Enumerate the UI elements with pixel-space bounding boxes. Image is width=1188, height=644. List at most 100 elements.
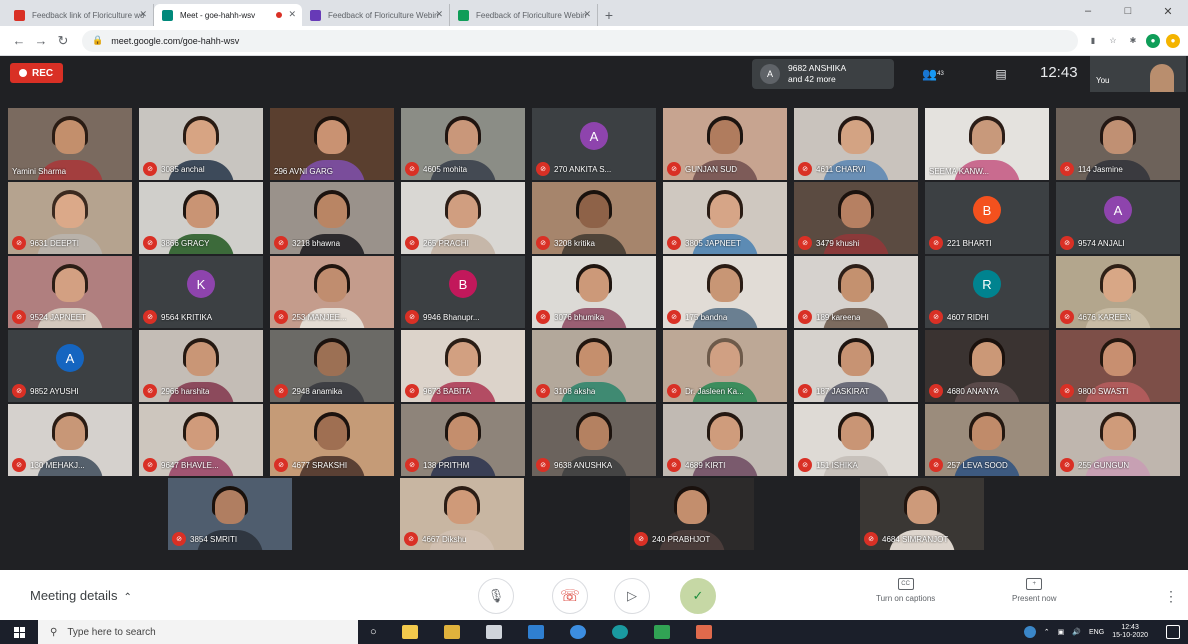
notifications-icon[interactable] xyxy=(1166,625,1180,639)
close-window-button[interactable]: ✕ xyxy=(1148,0,1188,22)
maximize-button[interactable]: □ xyxy=(1108,0,1148,22)
participant-tile[interactable]: ⊘ 3805 JAPNEET xyxy=(663,182,787,254)
participant-tile[interactable]: ⊘ 9638 ANUSHKA xyxy=(532,404,656,476)
participant-tile[interactable]: ⊘ 3108 aksha xyxy=(532,330,656,402)
task-view-icon[interactable]: ○ xyxy=(370,626,377,638)
meeting-details-button[interactable]: Meeting details ⌃ xyxy=(30,588,132,603)
participant-tile[interactable]: ⊘ 4611 CHARVI xyxy=(794,108,918,180)
participant-tile[interactable]: B ⊘ 9946 Bhanupr... xyxy=(401,256,525,328)
participant-tile[interactable]: ⊘ 255 GUNGUN xyxy=(1056,404,1180,476)
url-input[interactable]: 🔒 meet.google.com/goe-hahh-wsv xyxy=(82,29,1078,52)
participant-tile[interactable]: ⊘ GUNJAN SUD xyxy=(663,108,787,180)
participant-tile[interactable]: ⊘ 114 Jasmine xyxy=(1056,108,1180,180)
tab-close-icon[interactable]: ✕ xyxy=(139,9,147,20)
chrome-icon[interactable] xyxy=(611,625,628,639)
camera-indicator-icon[interactable]: ▮ xyxy=(1086,34,1100,48)
participant-tile[interactable]: ⊘ 138 PRITHM xyxy=(401,404,525,476)
language-indicator[interactable]: ENG xyxy=(1089,629,1104,636)
volume-icon[interactable]: 🔊 xyxy=(1072,628,1081,636)
participant-tile[interactable]: B ⊘ 221 BHARTI xyxy=(925,182,1049,254)
captions-button[interactable]: CC Turn on captions xyxy=(876,578,935,603)
participant-tile[interactable]: ⊘ 9800 SWASTI xyxy=(1056,330,1180,402)
participant-tile[interactable]: ⊘ 9673 BABITA xyxy=(401,330,525,402)
back-icon[interactable]: ← xyxy=(8,30,30,52)
tab-close-icon[interactable]: ✕ xyxy=(583,9,591,20)
participant-tile[interactable]: ⊘ 257 LEVA SOOD xyxy=(925,404,1049,476)
tray-app-icon[interactable] xyxy=(1023,626,1036,638)
browser-tab[interactable]: Feedback of Floriculture Webin ✕ xyxy=(450,4,598,26)
participant-tile[interactable]: ⊘ 3208 kritika xyxy=(532,182,656,254)
bookmark-star-icon[interactable]: ☆ xyxy=(1106,34,1120,48)
participant-tile[interactable]: ⊘ 4667 Dikshu xyxy=(400,478,524,550)
new-tab-button[interactable]: + xyxy=(598,4,620,26)
browser-tab[interactable]: Feedback link of Floriculture wo ✕ xyxy=(6,4,154,26)
taskbar-search[interactable]: ⚲ Type here to search xyxy=(38,620,358,644)
participant-tile[interactable]: ⊘ 2948 anamika xyxy=(270,330,394,402)
participant-tile[interactable]: ⊘ 4680 ANANYA xyxy=(925,330,1049,402)
participant-tile[interactable]: ⊘ 4677 SRAKSHI xyxy=(270,404,394,476)
participant-tile[interactable]: ⊘ 3076 bhumika xyxy=(532,256,656,328)
participant-tile[interactable]: ⊘ 3218 bhawna xyxy=(270,182,394,254)
participant-tile[interactable]: ⊘ 2966 harshita xyxy=(139,330,263,402)
confirm-button[interactable]: ✓ xyxy=(680,578,716,614)
browser-tab[interactable]: Meet - goe-hahh-wsv ✕ xyxy=(154,4,302,26)
present-now-button[interactable]: + Present now xyxy=(1012,578,1056,603)
reload-icon[interactable]: ↻ xyxy=(52,30,74,52)
participant-tile[interactable]: ⊘ 4684 SIMRANJOT xyxy=(860,478,984,550)
participant-tile[interactable]: ⊘ 189 kareena xyxy=(794,256,918,328)
participant-tile[interactable]: ⊘ 4676 KAREEN xyxy=(1056,256,1180,328)
participant-tile[interactable]: A ⊘ 270 ANKITA S... xyxy=(532,108,656,180)
participant-tile[interactable]: ⊘ 4605 mohita xyxy=(401,108,525,180)
minimize-button[interactable]: – xyxy=(1068,0,1108,22)
participant-tile[interactable]: ⊘ 253 MANJEE... xyxy=(270,256,394,328)
store-icon[interactable] xyxy=(485,625,502,639)
participant-tile[interactable]: ⊘ 151 ISHIKA xyxy=(794,404,918,476)
tab-close-icon[interactable]: ✕ xyxy=(435,9,443,20)
camera-button[interactable]: ▷ xyxy=(614,578,650,614)
participant-tile[interactable]: ⊘ 240 PRABHJOT xyxy=(630,478,754,550)
participant-tile[interactable]: ⊘ 3854 SMRITI xyxy=(168,478,292,550)
microphone-button[interactable]: 🎙 xyxy=(478,578,514,614)
browser-tab[interactable]: Feedback of Floriculture Webin ✕ xyxy=(302,4,450,26)
mail-icon[interactable] xyxy=(527,625,544,639)
participant-tile[interactable]: Yamini Sharma xyxy=(8,108,132,180)
extension-green-icon[interactable]: ● xyxy=(1146,33,1160,48)
file-explorer-icon[interactable] xyxy=(401,625,418,639)
presenter-chip[interactable]: A 9682 ANSHIKA and 42 more xyxy=(752,59,894,89)
windows-start-icon[interactable] xyxy=(0,620,38,644)
app-red-icon[interactable] xyxy=(695,625,712,639)
leave-call-button[interactable]: ☏ xyxy=(552,578,588,614)
participant-tile[interactable]: ⊘ 175 bandna xyxy=(663,256,787,328)
self-view-tile[interactable]: You xyxy=(1090,56,1186,92)
participant-tile[interactable]: ⊘ 187 JASKIRAT xyxy=(794,330,918,402)
participants-button[interactable]: 👥 43 xyxy=(918,64,948,84)
more-options-icon[interactable]: ⋮ xyxy=(1164,588,1178,605)
network-icon[interactable]: ▣ xyxy=(1058,628,1065,636)
participant-tile[interactable]: K ⊘ 9564 KRITIKA xyxy=(139,256,263,328)
files-icon[interactable] xyxy=(443,625,460,639)
edge-icon[interactable] xyxy=(569,625,586,639)
extensions-icon[interactable]: ✱ xyxy=(1126,34,1140,48)
participant-tile[interactable]: 296 AVNI GARG xyxy=(270,108,394,180)
participant-tile[interactable]: A ⊘ 9852 AYUSHI xyxy=(8,330,132,402)
participant-tile[interactable]: ⊘ 3479 khushi xyxy=(794,182,918,254)
participant-tile[interactable]: ⊘ 9524 JAPNEET xyxy=(8,256,132,328)
participant-tile[interactable]: ⊘ Dr. Jasleen Ka... xyxy=(663,330,787,402)
chevron-up-tray-icon[interactable]: ⌃ xyxy=(1044,628,1050,636)
participant-tile[interactable]: ⊘ 3866 GRACY xyxy=(139,182,263,254)
extension-orange-icon[interactable]: ● xyxy=(1166,33,1180,48)
taskbar-clock[interactable]: 12:43 15-10-2020 xyxy=(1112,624,1148,640)
participant-tile[interactable]: ⊘ 4689 KIRTI xyxy=(663,404,787,476)
participant-tile[interactable]: ⊘ 9631 DEEPTI xyxy=(8,182,132,254)
tab-close-icon[interactable]: ✕ xyxy=(288,9,296,20)
participant-tile[interactable]: R ⊘ 4607 RIDHI xyxy=(925,256,1049,328)
app-icon[interactable] xyxy=(653,625,670,639)
participant-tile[interactable]: ⊘ 9647 BHAVLE... xyxy=(139,404,263,476)
participant-tile[interactable]: A ⊘ 9574 ANJALI xyxy=(1056,182,1180,254)
forward-icon[interactable]: → xyxy=(30,30,52,52)
participant-tile[interactable]: ⊘ 265 PRACHI xyxy=(401,182,525,254)
chat-button[interactable]: ▤ xyxy=(990,64,1012,84)
participant-tile[interactable]: ⊘ 3085 anchal xyxy=(139,108,263,180)
participant-tile[interactable]: SEEMA KANW... xyxy=(925,108,1049,180)
participant-tile[interactable]: ⊘ 130 MEHAKJ... xyxy=(8,404,132,476)
